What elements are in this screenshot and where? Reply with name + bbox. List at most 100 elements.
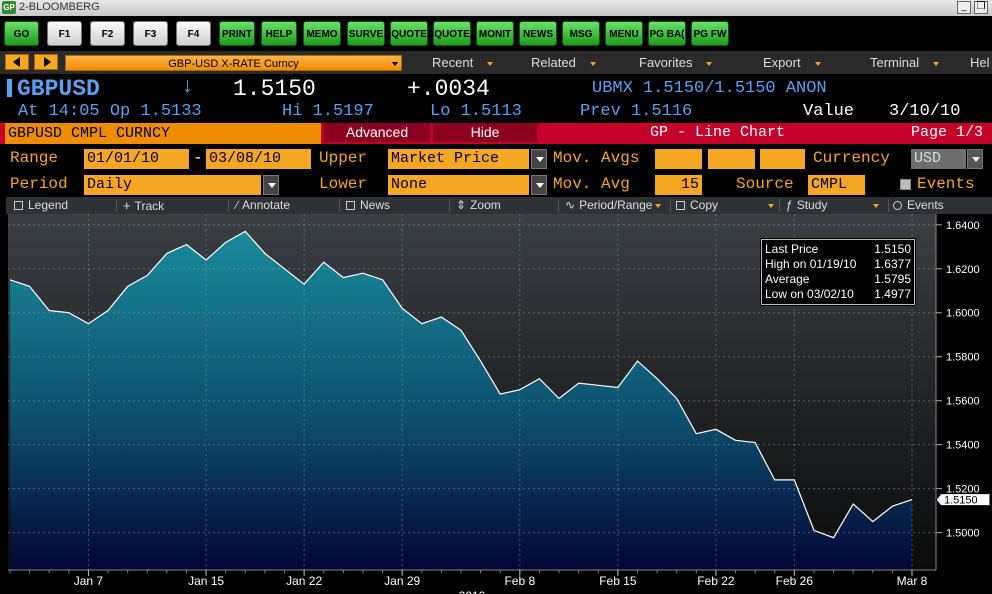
range-end-field[interactable]: 03/08/10	[206, 149, 311, 169]
events-checkbox[interactable]	[900, 179, 911, 190]
menu-help[interactable]: Hel	[970, 55, 990, 70]
fkey-memo[interactable]: MEMO	[303, 21, 341, 46]
chart-title-bar: GBPUSD CMPL CURNCY Advanced Hide GP - Li…	[0, 123, 992, 144]
fkey-news[interactable]: NEWS	[519, 21, 557, 46]
period-range-button[interactable]: ∿ Period/Range	[565, 198, 662, 212]
chart-toolbar: Legend + Track ∕ Annotate News ⇕ Zoom ∿ Peri…	[6, 197, 992, 214]
fkey-go[interactable]: GO	[4, 21, 39, 46]
zoom-button[interactable]: ⇕ Zoom	[456, 198, 501, 212]
down-arrow-icon: ↓	[181, 76, 194, 99]
annotate-button[interactable]: ∕ Annotate	[236, 198, 290, 212]
mov-avg-field-2[interactable]	[708, 149, 755, 169]
upper-label: Upper	[319, 149, 368, 167]
x-tick-label: Jan 22	[286, 574, 322, 588]
quote-low: Lo 1.5113	[430, 102, 522, 121]
mov-avg-field-3[interactable]	[760, 149, 805, 169]
copy-button[interactable]: Copy	[676, 198, 775, 212]
fkey-print[interactable]: PRINT	[219, 21, 255, 46]
lower-select[interactable]: None	[388, 175, 529, 195]
news-button[interactable]: News	[346, 198, 390, 212]
fkey-msg[interactable]: MSG	[562, 21, 600, 46]
fkey-f4[interactable]: F4	[176, 21, 211, 46]
currency-select[interactable]: USD	[911, 149, 966, 169]
fkey-f3[interactable]: F3	[133, 21, 168, 46]
chevron-down-icon[interactable]	[263, 175, 279, 195]
upper-select[interactable]: Market Price	[388, 149, 529, 169]
fkey-monit[interactable]: MONIT	[476, 21, 514, 46]
advanced-button[interactable]: Advanced	[324, 123, 430, 142]
events-button[interactable]: Events	[893, 198, 944, 212]
x-tick-label: Feb 8	[504, 574, 535, 588]
cursor-block	[7, 79, 12, 97]
track-button[interactable]: + Track	[123, 198, 164, 213]
quote-net-change: +.0034	[407, 76, 490, 102]
restore-icon[interactable]: ❐	[974, 1, 988, 14]
fkey-quote[interactable]: QUOTE	[390, 21, 428, 46]
chevron-down-icon	[487, 61, 494, 66]
y-tick-label: 1.6400	[946, 220, 980, 232]
study-button[interactable]: ƒ Study	[786, 198, 880, 212]
minimize-icon[interactable]: _	[957, 1, 971, 14]
mov-avg-period-field[interactable]: 15	[655, 175, 702, 195]
x-tick-label: Feb 15	[599, 574, 637, 588]
x-year-label: 2010	[459, 589, 486, 594]
fkey-help[interactable]: HELP	[261, 21, 297, 46]
fkey-f2[interactable]: F2	[90, 21, 125, 46]
stats-row: Last Price 1.5150	[765, 242, 911, 257]
pencil-icon: ∕	[236, 198, 239, 212]
legend-icon	[14, 201, 23, 210]
legend-button[interactable]: Legend	[14, 198, 68, 212]
menu-related[interactable]: Related	[531, 55, 596, 70]
toolbar-divider	[339, 199, 340, 212]
chevron-down-icon[interactable]	[967, 149, 983, 169]
value-label: Value	[803, 102, 855, 121]
bloomberg-app-icon: GP	[2, 1, 16, 14]
hide-button[interactable]: Hide	[433, 123, 537, 142]
toolbar-divider	[670, 199, 671, 212]
stats-value: 1.6377	[874, 257, 911, 271]
forward-arrow-icon[interactable]	[34, 54, 58, 70]
quote-header-line-2: At 14:05 Op 1.5133 Hi 1.5197 Lo 1.5113 P…	[0, 100, 992, 124]
fkey-f1[interactable]: F1	[47, 21, 82, 46]
fkey-pg-ba[interactable]: PG BA(	[648, 21, 686, 46]
y-tick-label: 1.6000	[946, 308, 980, 320]
range-start-field[interactable]: 01/01/10	[84, 149, 189, 169]
security-selector[interactable]: GBP-USD X-RATE Curncy	[65, 55, 402, 71]
fkey-surve[interactable]: SURVE	[347, 21, 385, 46]
quote-header-line-1: GBPUSD ↓ 1.5150 +.0034 UBMX 1.5150/1.515…	[0, 76, 992, 102]
source-field[interactable]: CMPL	[808, 175, 865, 195]
events-label: Events	[917, 175, 975, 193]
crosshair-icon: +	[123, 198, 131, 213]
chevron-down-icon	[655, 203, 662, 208]
menu-terminal[interactable]: Terminal	[870, 55, 940, 70]
security-selector-label: GBP-USD X-RATE Curncy	[168, 58, 299, 70]
x-tick-label: Feb 26	[776, 574, 814, 588]
toolbar-divider	[449, 199, 450, 212]
last-price-label: 1.5150	[944, 495, 978, 507]
fkey-menu[interactable]: MENU	[605, 21, 643, 46]
menu-favorites[interactable]: Favorites	[639, 55, 713, 70]
fkey-quote[interactable]: QUOTE	[433, 21, 471, 46]
y-tick-label: 1.5800	[946, 352, 980, 364]
y-tick-label: 1.5600	[946, 396, 980, 408]
page-indicator: Page 1/3	[911, 124, 984, 141]
fkey-pg-fw[interactable]: PG FW	[691, 21, 729, 46]
mov-avg-field-1[interactable]	[655, 149, 702, 169]
zoom-icon: ⇕	[456, 198, 467, 212]
back-arrow-icon[interactable]	[5, 54, 29, 70]
chart-type-title: GP - Line Chart	[650, 124, 786, 141]
chevron-down-icon[interactable]	[531, 149, 547, 169]
chevron-down-icon[interactable]	[531, 175, 547, 195]
toolbar-divider	[116, 199, 117, 212]
chevron-down-icon	[814, 61, 821, 66]
chevron-down-icon	[873, 203, 880, 208]
toolbar-divider	[888, 199, 889, 212]
stats-row: High on 01/19/10 1.6377	[765, 257, 911, 272]
period-select[interactable]: Daily	[84, 175, 261, 195]
function-key-bar: GO F1 F2 F3 F4 PRINT HELP MEMO SURVE QUOTE QUOTE MO…	[0, 16, 992, 51]
chart-stats-box: Last Price 1.5150 High on 01/19/10 1.6377 Av…	[760, 238, 916, 306]
menu-export[interactable]: Export	[763, 55, 821, 70]
menu-recent[interactable]: Recent	[432, 55, 494, 70]
stats-value: 1.4977	[874, 287, 911, 301]
chevron-down-icon	[933, 61, 940, 66]
